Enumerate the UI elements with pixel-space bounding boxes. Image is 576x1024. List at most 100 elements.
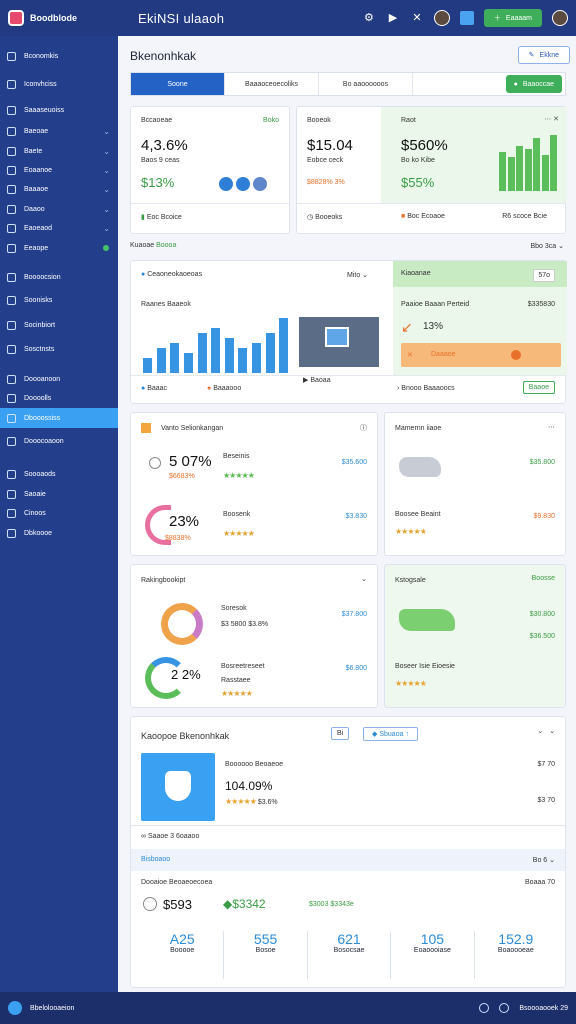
kpi-footer[interactable]: ◷ Booeoks: [307, 213, 342, 221]
edit-button[interactable]: ✎ Ekkne: [517, 46, 570, 64]
user-avatar[interactable]: [552, 10, 568, 26]
highlight-bar[interactable]: ✕ Daaaoe: [401, 343, 561, 367]
totals-a: $593: [163, 897, 192, 912]
help-icon[interactable]: [499, 1003, 510, 1013]
sidebar-item-21[interactable]: Cinoos: [0, 503, 118, 523]
chart-bar: [183, 353, 193, 373]
map-value: Boosse: [531, 575, 555, 582]
stat-5: 152.9 Boaoooeae: [497, 931, 534, 954]
sidebar-item-3[interactable]: Saaaseuoiss: [0, 100, 118, 120]
logout-icon: [7, 528, 16, 538]
gauge-card: Rakingbookipt ⌄ Soresok $3 5800 $3.8% $3…: [130, 564, 378, 708]
media-thumbnail[interactable]: [299, 317, 379, 367]
tab-3[interactable]: Bo aaoooooos: [319, 73, 413, 95]
sidebar-item-1[interactable]: Bconomkis: [0, 46, 118, 66]
grid-icon[interactable]: [459, 11, 474, 25]
sidebar-item-12[interactable]: Soonisks: [0, 290, 118, 310]
product-menu[interactable]: ⌄ ⌄: [537, 727, 555, 735]
side-filter[interactable]: 57o: [533, 269, 555, 282]
sidebar-item-14[interactable]: Sosctnsts: [0, 339, 118, 359]
sidebar-item-9[interactable]: Eaoeaod ⌄: [0, 218, 118, 238]
tab-2[interactable]: Baaaoceoecoliks: [225, 73, 319, 95]
kpi-delta: $13%: [141, 175, 175, 190]
map-image: [399, 609, 455, 631]
gauge-sub: Rasstaee: [221, 677, 251, 684]
section-right[interactable]: Bbo 3ca ⌄: [530, 242, 564, 250]
product-price: 104.09%: [225, 779, 273, 793]
chart-footer-a[interactable]: ● Baaac: [141, 385, 167, 392]
product-card: Kaoopoe Bkenonhkak Bi ◆ Sbuaoa ↑ ⌄ ⌄ Boo…: [130, 716, 566, 988]
product-r1: $7 70: [537, 761, 555, 768]
settings-icon[interactable]: [479, 1003, 490, 1013]
kpi-footer[interactable]: ■ Boc Ecoaoe: [401, 213, 445, 220]
bottom-label: Bbelolooaeion: [30, 1004, 75, 1012]
gauge-name: Bosreetreseet: [221, 663, 265, 670]
mini-bar: [499, 151, 506, 191]
chevron-down-icon[interactable]: ⌄: [361, 575, 367, 583]
sidebar-item-22[interactable]: Dbkoooe: [0, 523, 118, 543]
tab-1[interactable]: Soone: [131, 73, 225, 95]
avatar[interactable]: [433, 10, 450, 26]
play-icon[interactable]: ▶: [386, 11, 400, 25]
product-rating: ★★★★★ $3.6%: [225, 797, 278, 806]
sidebar-item-7[interactable]: Baaaoe ⌄: [0, 179, 118, 199]
app-name: Boodblode: [30, 13, 77, 23]
app-logo[interactable]: Boodblode: [8, 10, 126, 26]
status-dot: [103, 245, 109, 251]
kpi-sub: Baos 9 ceas: [141, 157, 180, 164]
chart-icon[interactable]: ✕: [410, 11, 424, 25]
link-icon: ∞: [141, 833, 146, 840]
sidebar-item-19[interactable]: Soooaods: [0, 464, 118, 484]
plus-icon: ＋: [493, 15, 501, 22]
trend-icon: ↙: [401, 319, 413, 335]
product-r2: $3 70: [537, 797, 555, 804]
chart-filter[interactable]: Mito ⌄: [347, 271, 368, 279]
avatar: [253, 177, 267, 191]
cloud-icon: [7, 295, 16, 305]
gear-icon[interactable]: ⚙: [362, 11, 376, 25]
sidebar-item-13[interactable]: Socinbiort: [0, 315, 118, 335]
sidebar-item-17[interactable]: Dbooossiss: [0, 408, 118, 428]
kpi-card-2: Booeok $15.04 Eobce ceck $8828% 3% Raot …: [296, 106, 567, 234]
mini-bar: [541, 154, 549, 191]
sidebar-item-20[interactable]: Saoaie: [0, 484, 118, 504]
stat-1: A25 Booooe: [141, 931, 225, 979]
product-image[interactable]: [141, 753, 215, 821]
chart-bar: [156, 348, 166, 373]
info-icon[interactable]: ⓘ: [360, 423, 367, 433]
dashboard-icon: [7, 413, 16, 423]
kpi-footer-right[interactable]: R6 scoce Bcie: [502, 213, 547, 220]
status-icon[interactable]: [8, 1001, 22, 1015]
search-icon: [7, 489, 16, 499]
review-amount: $35.600: [341, 459, 367, 466]
product-btn-1[interactable]: Bi: [331, 727, 350, 740]
sidebar-item-16[interactable]: Doooolls: [0, 388, 118, 408]
sidebar-item-15[interactable]: Doooanoon: [0, 369, 118, 389]
chart-footer-b[interactable]: ● Baaaooo: [207, 385, 241, 392]
top-action-button[interactable]: ＋ Eaaaam: [483, 9, 542, 27]
totals-right2: Boaaa 70: [525, 879, 555, 886]
side-button[interactable]: Baaoe: [522, 381, 555, 394]
sidebar-item-8[interactable]: Daaoo ⌄: [0, 199, 118, 219]
logo-icon: [8, 10, 24, 26]
chart-bar: [211, 328, 221, 373]
sidebar-item-2[interactable]: Iconvhciss: [0, 74, 118, 94]
reviews-card: Vanto Selionkangan ⓘ 5 07% $6683% Besein…: [130, 412, 378, 556]
sidebar-item-6[interactable]: Eoaanoe ⌄: [0, 160, 118, 180]
chart-title: ● Ceaoneokaoeoas: [141, 271, 203, 278]
sidebar-item-10[interactable]: Eeaope: [0, 238, 118, 258]
kpi-label: Booeok: [307, 117, 331, 124]
sidebar-item-11[interactable]: Boooocsion: [0, 267, 118, 287]
page-title: Bkenonhkak: [130, 49, 197, 63]
sidebar-item-5[interactable]: Baete ⌄: [0, 141, 118, 161]
more-icon[interactable]: ⋯: [548, 423, 555, 431]
kpi-footer[interactable]: ▮ Eoc Bcoice: [141, 213, 182, 221]
chart-bar: [265, 333, 275, 373]
more-icon: ⋯ ✕: [544, 116, 559, 123]
product-btn-2[interactable]: ◆ Sbuaoa ↑: [363, 727, 418, 741]
sidebar-item-4[interactable]: Baeoae ⌄: [0, 121, 118, 141]
totals-right[interactable]: Bo 6 ⌄: [533, 856, 555, 864]
tab-action-button[interactable]: ● Baaoccae: [505, 75, 562, 93]
sidebar-item-18[interactable]: Dooocoaoon: [0, 431, 118, 451]
rating-stars: ★★★★★: [223, 529, 255, 538]
